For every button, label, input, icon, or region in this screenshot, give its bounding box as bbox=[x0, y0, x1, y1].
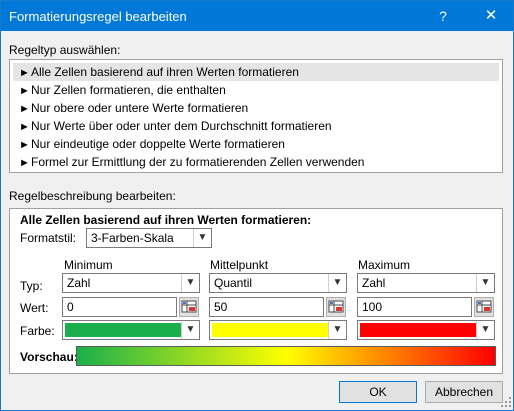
chevron-down-icon[interactable]: ▼ bbox=[193, 229, 211, 247]
chevron-down-icon[interactable]: ▼ bbox=[328, 321, 346, 339]
rule-description-panel: Alle Zellen basierend auf ihren Werten f… bbox=[9, 208, 503, 374]
list-arrow-icon: ► bbox=[19, 67, 30, 79]
list-arrow-icon: ► bbox=[19, 139, 30, 151]
rule-type-item-all-cells[interactable]: ►Alle Zellen basierend auf ihren Werten … bbox=[13, 63, 499, 81]
list-arrow-icon: ► bbox=[19, 157, 30, 169]
mid-value-input[interactable]: 50 bbox=[209, 297, 324, 317]
type-row-label: Typ: bbox=[20, 279, 43, 293]
max-type-value: Zahl bbox=[362, 276, 386, 290]
panel-title: Alle Zellen basierend auf ihren Werten f… bbox=[20, 213, 312, 227]
mid-type-value: Quantil bbox=[214, 276, 253, 290]
chevron-down-icon[interactable]: ▼ bbox=[476, 274, 494, 292]
rule-type-item-label: Nur eindeutige oder doppelte Werte forma… bbox=[31, 137, 285, 151]
min-value-text: 0 bbox=[67, 300, 74, 314]
dialog-window: Formatierungsregel bearbeiten ? ✕ Regelt… bbox=[0, 0, 514, 411]
max-value-input[interactable]: 100 bbox=[357, 297, 472, 317]
list-arrow-icon: ► bbox=[19, 103, 30, 115]
rule-type-item-formula[interactable]: ►Formel zur Ermittlung der zu formatiere… bbox=[13, 153, 499, 171]
rule-type-item-contains[interactable]: ►Nur Zellen formatieren, die enthalten bbox=[13, 81, 499, 99]
min-color-picker[interactable]: ▼ bbox=[62, 320, 200, 340]
column-header-midpoint: Mittelpunkt bbox=[210, 258, 269, 272]
color-row-label: Farbe: bbox=[20, 324, 55, 338]
format-style-dropdown[interactable]: 3-Farben-Skala ▼ bbox=[86, 228, 212, 248]
rule-type-item-label: Nur obere oder untere Werte formatieren bbox=[31, 101, 249, 115]
chevron-down-icon[interactable]: ▼ bbox=[328, 274, 346, 292]
ok-button[interactable]: OK bbox=[339, 381, 417, 403]
rule-type-item-label: Nur Werte über oder unter dem Durchschni… bbox=[31, 119, 332, 133]
range-select-icon[interactable] bbox=[474, 297, 494, 317]
rule-type-item-label: Nur Zellen formatieren, die enthalten bbox=[31, 83, 226, 97]
rule-type-item-top-bottom[interactable]: ►Nur obere oder untere Werte formatieren bbox=[13, 99, 499, 117]
format-style-value: 3-Farben-Skala bbox=[91, 231, 174, 245]
preview-gradient-bar bbox=[76, 346, 496, 366]
min-color-swatch bbox=[65, 323, 181, 337]
rule-type-item-average[interactable]: ►Nur Werte über oder unter dem Durchschn… bbox=[13, 117, 499, 135]
max-value-text: 100 bbox=[362, 300, 383, 314]
max-color-picker[interactable]: ▼ bbox=[357, 320, 495, 340]
cancel-button[interactable]: Abbrechen bbox=[425, 381, 503, 403]
min-type-dropdown[interactable]: Zahl ▼ bbox=[62, 273, 200, 293]
range-select-icon[interactable] bbox=[179, 297, 199, 317]
title-bar: Formatierungsregel bearbeiten ? ✕ bbox=[1, 1, 513, 31]
mid-color-swatch bbox=[212, 323, 328, 337]
resize-grip-icon[interactable] bbox=[501, 397, 512, 408]
min-value-input[interactable]: 0 bbox=[62, 297, 177, 317]
rule-type-list[interactable]: ►Alle Zellen basierend auf ihren Werten … bbox=[9, 59, 503, 173]
help-button[interactable]: ? bbox=[431, 4, 455, 28]
min-type-value: Zahl bbox=[67, 276, 91, 290]
mid-value-text: 50 bbox=[214, 300, 228, 314]
rule-type-heading: Regeltyp auswählen: bbox=[9, 43, 121, 57]
column-header-minimum: Minimum bbox=[64, 258, 113, 272]
format-style-label: Formatstil: bbox=[20, 231, 77, 245]
chevron-down-icon[interactable]: ▼ bbox=[181, 321, 199, 339]
range-select-icon[interactable] bbox=[326, 297, 346, 317]
mid-type-dropdown[interactable]: Quantil ▼ bbox=[209, 273, 347, 293]
rule-type-item-label: Alle Zellen basierend auf ihren Werten f… bbox=[31, 65, 299, 79]
max-color-swatch bbox=[360, 323, 476, 337]
preview-label: Vorschau: bbox=[20, 350, 78, 364]
column-header-maximum: Maximum bbox=[358, 258, 411, 272]
mid-color-picker[interactable]: ▼ bbox=[209, 320, 347, 340]
max-type-dropdown[interactable]: Zahl ▼ bbox=[357, 273, 495, 293]
list-arrow-icon: ► bbox=[19, 85, 30, 97]
close-button[interactable]: ✕ bbox=[479, 4, 503, 28]
rule-type-item-unique-duplicate[interactable]: ►Nur eindeutige oder doppelte Werte form… bbox=[13, 135, 499, 153]
dialog-title: Formatierungsregel bearbeiten bbox=[9, 9, 187, 24]
rule-description-heading: Regelbeschreibung bearbeiten: bbox=[9, 189, 176, 203]
rule-type-item-label: Formel zur Ermittlung der zu formatieren… bbox=[31, 155, 365, 169]
value-row-label: Wert: bbox=[20, 301, 49, 315]
list-arrow-icon: ► bbox=[19, 121, 30, 133]
chevron-down-icon[interactable]: ▼ bbox=[476, 321, 494, 339]
chevron-down-icon[interactable]: ▼ bbox=[181, 274, 199, 292]
